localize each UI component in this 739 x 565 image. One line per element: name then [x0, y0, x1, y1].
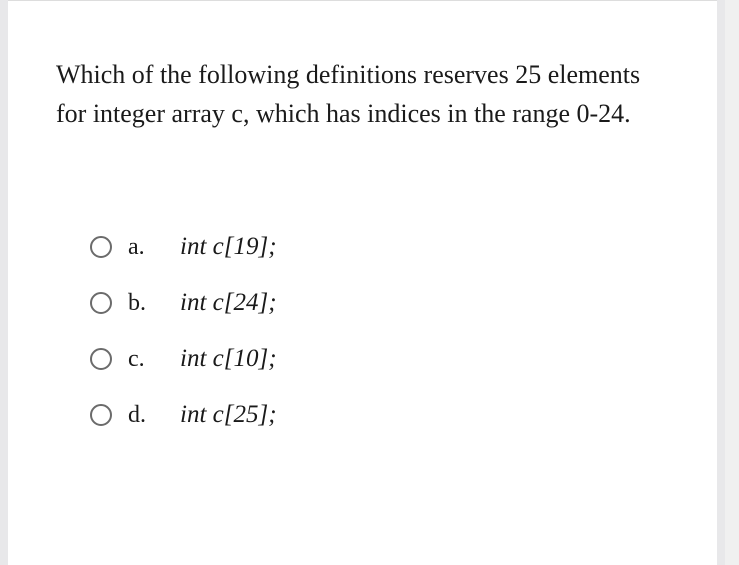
option-text: int c[25];	[164, 401, 277, 429]
option-d[interactable]: d. int c[25];	[90, 401, 669, 429]
option-a[interactable]: a. int c[19];	[90, 233, 669, 261]
options-list: a. int c[19]; b. int c[24]; c. int c[10]…	[56, 233, 669, 429]
option-c[interactable]: c. int c[10];	[90, 345, 669, 373]
option-text: int c[24];	[164, 289, 277, 317]
option-letter: d.	[112, 402, 164, 429]
question-card: Which of the following definitions reser…	[8, 0, 717, 565]
radio-icon[interactable]	[90, 236, 112, 258]
radio-icon[interactable]	[90, 404, 112, 426]
option-text: int c[19];	[164, 233, 277, 261]
option-letter: b.	[112, 290, 164, 317]
option-letter: a.	[112, 234, 164, 261]
option-text: int c[10];	[164, 345, 277, 373]
radio-icon[interactable]	[90, 348, 112, 370]
option-letter: c.	[112, 346, 164, 373]
radio-icon[interactable]	[90, 292, 112, 314]
option-b[interactable]: b. int c[24];	[90, 289, 669, 317]
question-text: Which of the following definitions reser…	[56, 55, 669, 133]
scrollbar-track[interactable]	[725, 0, 739, 565]
